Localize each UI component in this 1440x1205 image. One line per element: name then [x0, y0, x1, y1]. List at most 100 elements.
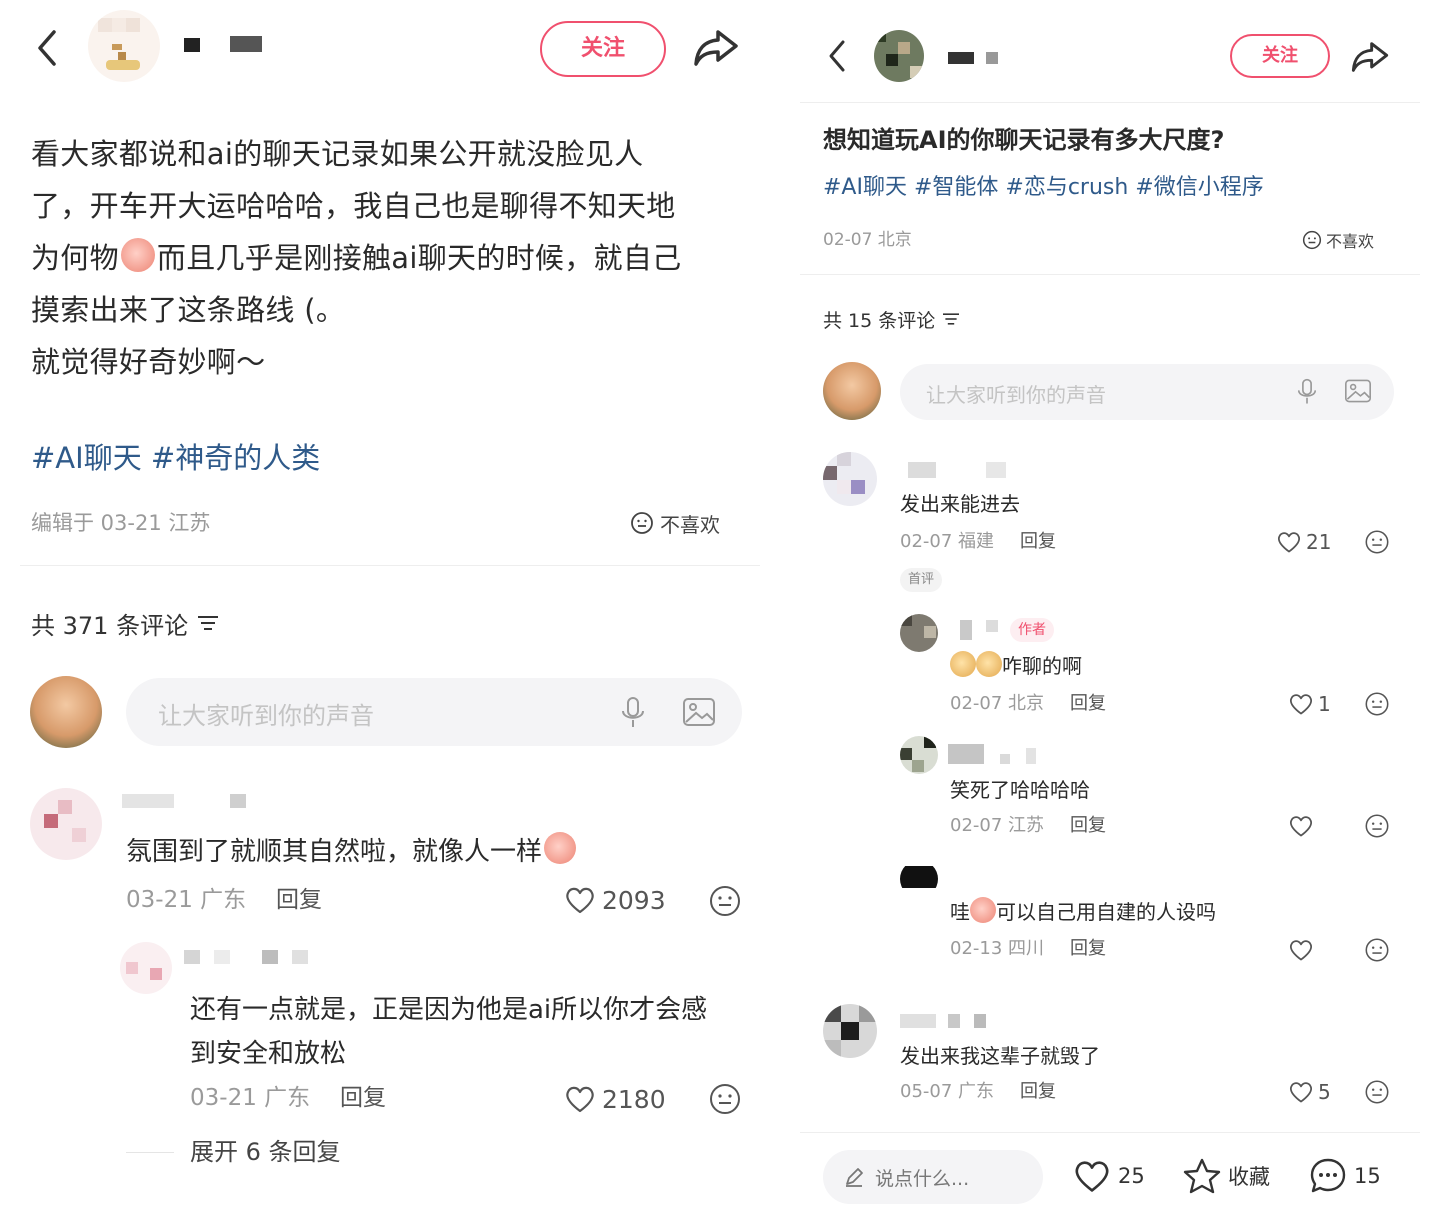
collect-button[interactable]: 收藏 — [1182, 1156, 1270, 1196]
image-icon[interactable] — [682, 696, 716, 728]
reply-button[interactable]: 回复 — [1020, 528, 1056, 556]
comment-text: 哇可以自己用自建的人设吗 — [950, 896, 1216, 928]
avatar[interactable] — [874, 30, 924, 82]
commenter-avatar[interactable] — [900, 860, 938, 898]
blush-emoji-icon — [970, 897, 996, 923]
post-line: 摸索出来了这条路线 (。 — [31, 293, 346, 327]
username-redacted — [230, 36, 262, 52]
neutral-face-icon — [1302, 230, 1322, 250]
neutral-face-icon[interactable] — [1364, 937, 1390, 963]
post-line: 看大家都说和ai的聊天记录如果公开就没脸见人 — [31, 137, 644, 171]
divider — [800, 102, 1420, 103]
like-button[interactable]: 5 — [1288, 1078, 1331, 1106]
like-button[interactable]: 21 — [1276, 528, 1331, 556]
commenter-avatar[interactable] — [30, 788, 102, 860]
neutral-face-icon[interactable] — [1364, 691, 1390, 717]
like-count-button[interactable]: 25 — [1072, 1156, 1145, 1196]
comment-text: 氛围到了就顺其自然啦，就像人一样 — [126, 832, 577, 872]
commenter-avatar[interactable] — [900, 614, 938, 652]
comment-input[interactable]: 让大家听到你的声音 — [126, 678, 742, 746]
post-body: 看大家都说和ai的聊天记录如果公开就没脸见人 了，开车开大运哈哈哈，我自己也是聊… — [31, 128, 751, 388]
username-redacted — [1026, 748, 1036, 764]
post-date: 02-07 北京 — [823, 230, 912, 250]
comment-date: 02-07 江苏 — [950, 815, 1045, 836]
heart-icon[interactable] — [1288, 938, 1314, 962]
say-something-input[interactable]: 说点什么... — [823, 1150, 1043, 1204]
neutral-face-icon[interactable] — [708, 884, 742, 918]
neutral-face-icon — [631, 512, 653, 534]
reply-button[interactable]: 回复 — [1070, 935, 1106, 963]
username-redacted — [184, 950, 200, 964]
post-line: 了，开车开大运哈哈哈，我自己也是聊得不知天地 — [31, 189, 676, 223]
username-redacted — [974, 1014, 986, 1028]
neutral-face-icon[interactable] — [1364, 529, 1390, 555]
comment-date: 02-07 福建 — [900, 531, 995, 552]
divider — [20, 565, 760, 566]
divider — [800, 274, 1420, 275]
username-redacted — [986, 620, 998, 632]
microphone-icon[interactable] — [1296, 378, 1318, 406]
follow-button[interactable]: 关注 — [1230, 34, 1330, 78]
heart-icon — [1075, 1161, 1109, 1192]
chat-bubble-icon — [1310, 1158, 1346, 1193]
neutral-face-icon[interactable] — [708, 1082, 742, 1116]
cat-emoji-icon — [976, 651, 1002, 677]
username-redacted — [292, 950, 308, 964]
username-redacted — [184, 38, 200, 52]
heart-icon — [566, 1086, 594, 1113]
microphone-icon[interactable] — [620, 696, 646, 730]
reply-text: 还有一点就是，正是因为他是ai所以你才会感 到安全和放松 — [190, 995, 708, 1069]
neutral-face-icon[interactable] — [1364, 813, 1390, 839]
reply-button[interactable]: 回复 — [340, 1082, 386, 1114]
username-redacted — [122, 794, 174, 808]
username-redacted — [214, 950, 230, 964]
cat-emoji-icon — [950, 651, 976, 677]
like-button[interactable]: 2093 — [564, 882, 666, 918]
comment-date: 02-13 四川 — [950, 938, 1045, 959]
comment-date: 05-07 广东 — [900, 1081, 995, 1102]
username-redacted — [948, 1014, 960, 1028]
image-icon[interactable] — [1344, 378, 1372, 404]
reply-button[interactable]: 回复 — [276, 884, 322, 916]
reply-button[interactable]: 回复 — [1070, 812, 1106, 840]
comment-date: 02-07 北京 — [950, 693, 1045, 714]
expand-replies[interactable]: 展开 6 条回复 — [190, 1136, 341, 1168]
sort-icon — [198, 616, 219, 630]
follow-button[interactable]: 关注 — [540, 21, 666, 77]
comment-count[interactable]: 共 15 条评论 — [823, 304, 961, 334]
comment-input[interactable]: 让大家听到你的声音 — [900, 364, 1394, 420]
neutral-face-icon[interactable] — [1364, 1079, 1390, 1105]
commenter-avatar[interactable] — [823, 452, 877, 506]
commenter-avatar[interactable] — [823, 1004, 877, 1058]
panel-gap — [770, 0, 790, 1205]
input-placeholder: 让大家听到你的声音 — [158, 702, 374, 730]
post-tags[interactable]: #AI聊天 #智能体 #恋与crush #微信小程序 — [823, 170, 1264, 206]
dislike-button[interactable]: 不喜欢 — [630, 508, 720, 538]
blush-emoji-icon — [544, 832, 577, 864]
avatar[interactable] — [88, 10, 160, 82]
dislike-button[interactable]: 不喜欢 — [1302, 226, 1374, 254]
post-tags[interactable]: #AI聊天 #神奇的人类 — [31, 436, 320, 480]
commenter-avatar[interactable] — [900, 736, 938, 774]
back-icon[interactable] — [824, 38, 850, 74]
reply-button[interactable]: 回复 — [1020, 1078, 1056, 1106]
comment-count[interactable]: 共 371 条评论 — [31, 605, 220, 641]
username-redacted — [948, 744, 984, 764]
back-icon[interactable] — [32, 28, 62, 68]
heart-icon[interactable] — [1288, 814, 1314, 838]
like-button[interactable]: 1 — [1288, 690, 1331, 718]
comment-text: 发出来能进去 — [900, 492, 1020, 516]
sort-icon — [943, 313, 960, 325]
username-redacted — [948, 52, 974, 64]
sob-emoji-icon — [120, 238, 155, 272]
like-button[interactable]: 2180 — [564, 1081, 666, 1117]
share-icon[interactable] — [692, 26, 740, 70]
commenter-avatar[interactable] — [120, 942, 172, 994]
comment-date: 03-21 广东 — [126, 887, 247, 913]
comment-text: 咋聊的啊 — [950, 650, 1082, 682]
share-icon[interactable] — [1350, 38, 1390, 76]
comments-button[interactable]: 15 — [1308, 1156, 1381, 1196]
heart-icon — [1277, 532, 1301, 553]
heart-icon — [566, 887, 594, 914]
reply-button[interactable]: 回复 — [1070, 690, 1106, 718]
